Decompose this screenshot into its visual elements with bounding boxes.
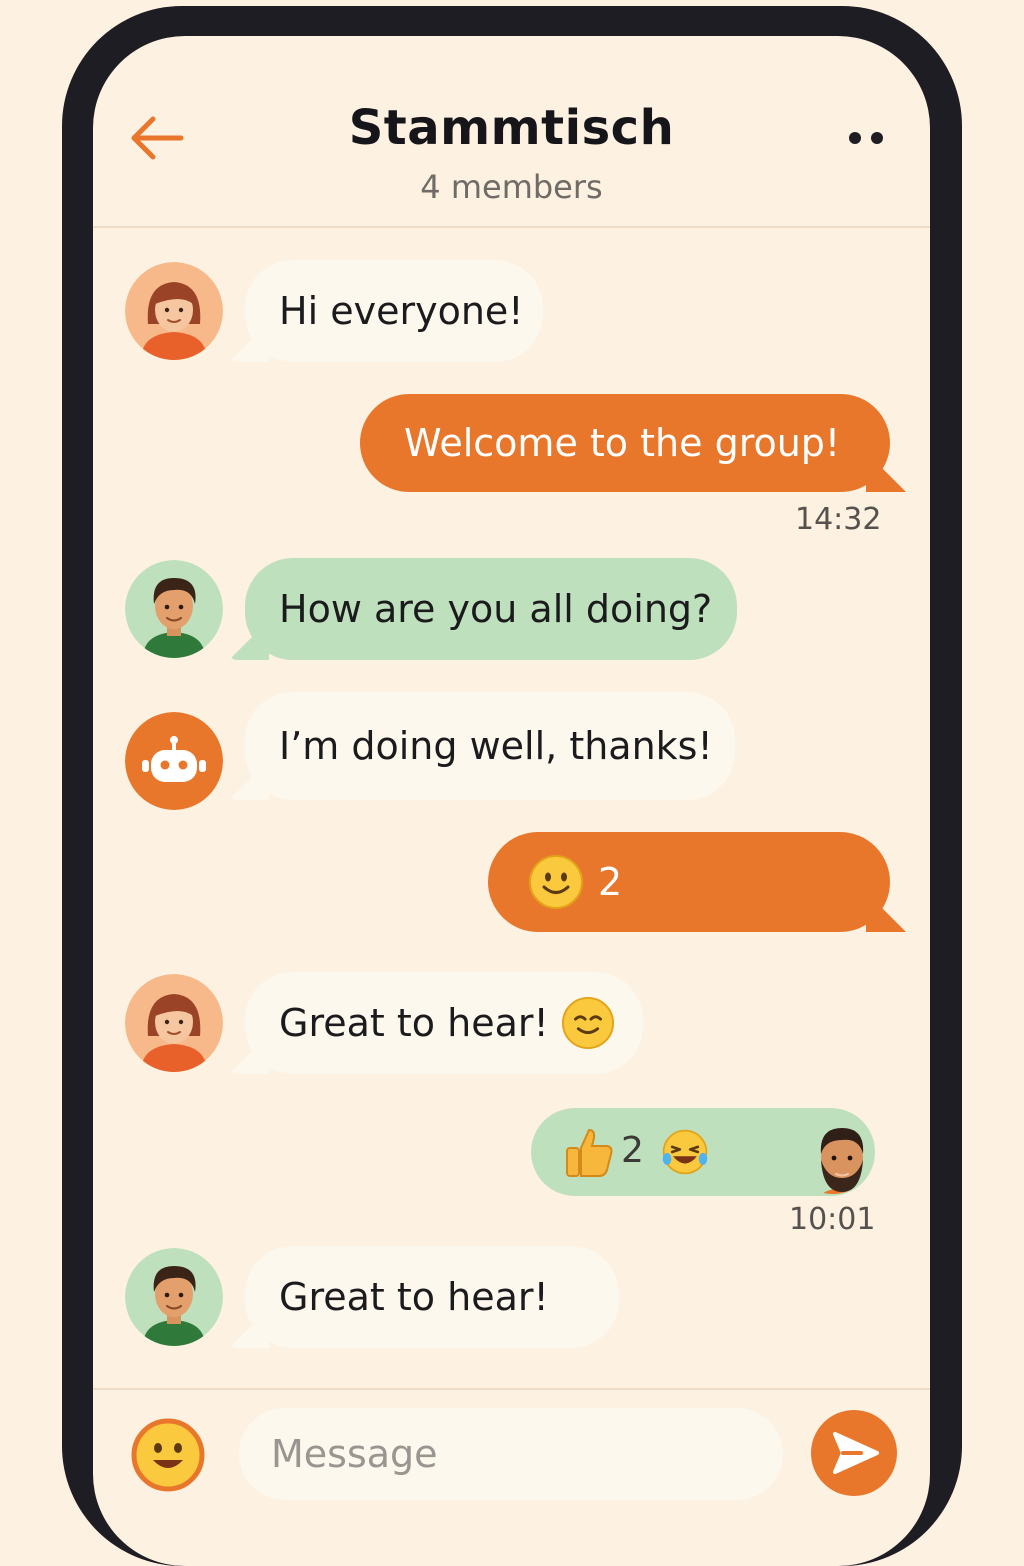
send-icon[interactable]: [811, 1410, 897, 1496]
chat-header: Stammtisch 4 members: [93, 36, 930, 228]
message-text: I’m doing well, thanks!: [279, 724, 713, 768]
woman-avatar[interactable]: [125, 974, 223, 1072]
message-bubble-outgoing[interactable]: Welcome to the group!: [360, 394, 890, 492]
message-text: Great to hear!: [279, 1001, 549, 1045]
message-text: Welcome to the group!: [404, 421, 841, 465]
smiley-emoji: [528, 854, 584, 910]
message-bubble[interactable]: Great to hear!: [245, 972, 643, 1074]
message-input[interactable]: [239, 1408, 783, 1500]
member-count: 4 members: [420, 168, 603, 206]
chat-title: Stammtisch: [348, 100, 675, 156]
message-text: Great to hear!: [279, 1275, 549, 1319]
laughing-emoji: [661, 1128, 709, 1176]
message-bubble[interactable]: Great to hear!: [245, 1246, 619, 1348]
smile-emoji: [561, 996, 615, 1050]
message-timestamp: 10:01: [789, 1202, 876, 1237]
message-composer: [93, 1388, 930, 1566]
man-avatar[interactable]: [125, 560, 223, 658]
message-text: Hi everyone!: [279, 289, 524, 333]
bearded-man-avatar[interactable]: [793, 1114, 873, 1194]
message-timestamp: 14:32: [795, 502, 882, 537]
woman-avatar[interactable]: [125, 262, 223, 360]
message-bubble[interactable]: Hi everyone!: [245, 260, 543, 362]
message-bubble[interactable]: How are you all doing?: [245, 558, 737, 660]
man-avatar[interactable]: [125, 1248, 223, 1346]
chat-screen: Stammtisch 4 members Hi everyone! Welcom…: [93, 36, 930, 1566]
reaction-count: 2: [621, 1130, 644, 1171]
bot-avatar[interactable]: [125, 712, 223, 810]
emoji-count: 2: [598, 860, 623, 904]
message-bubble-outgoing[interactable]: 2: [488, 832, 890, 932]
message-text: How are you all doing?: [279, 587, 713, 631]
more-dots-icon[interactable]: [841, 122, 895, 152]
thumbs-up-emoji: [563, 1124, 615, 1180]
smiley-icon[interactable]: [131, 1418, 205, 1492]
reaction-bubble[interactable]: 2: [531, 1108, 875, 1196]
message-bubble[interactable]: I’m doing well, thanks!: [245, 692, 735, 800]
